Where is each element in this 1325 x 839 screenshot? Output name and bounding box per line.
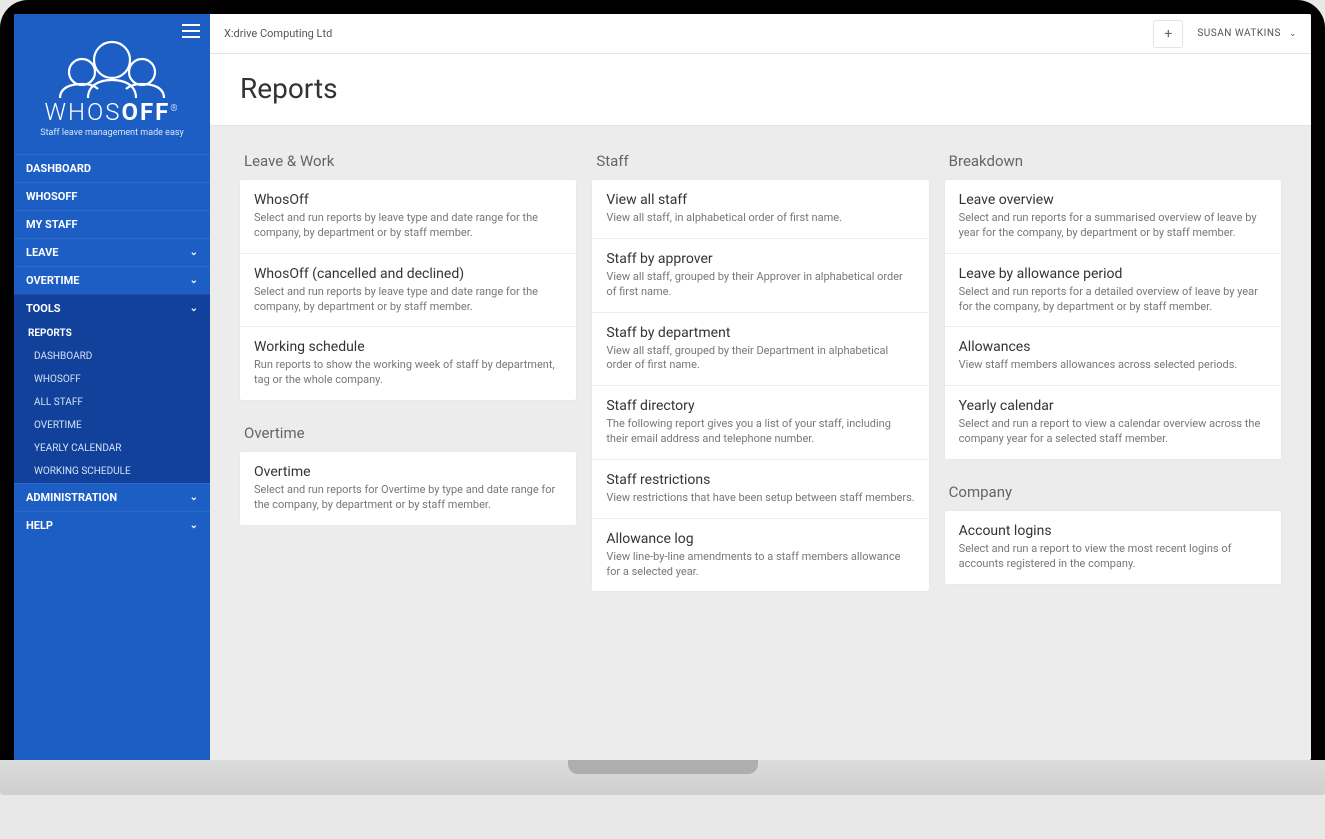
subnav-overtime[interactable]: OVERTIME [14,414,210,437]
nav-mystaff[interactable]: MY STAFF [14,210,210,238]
report-staff-by-department[interactable]: Staff by departmentView all staff, group… [592,313,928,387]
add-button[interactable]: + [1153,20,1183,48]
topbar: X:drive Computing Ltd + SUSAN WATKINS⌄ [210,14,1311,54]
app-window: WHOSOFF® Staff leave management made eas… [14,14,1311,760]
brand-tagline: Staff leave management made easy [24,128,200,138]
chevron-down-icon: ⌄ [190,303,198,314]
page-header: Reports [210,54,1311,126]
device-base [0,760,1325,795]
report-working-schedule[interactable]: Working scheduleRun reports to show the … [240,327,576,400]
subnav-dashboard[interactable]: DASHBOARD [14,345,210,368]
section-leave-work-title: Leave & Work [240,146,576,180]
subnav-working[interactable]: WORKING SCHEDULE [14,460,210,483]
subnav-whosoff[interactable]: WHOSOFF [14,368,210,391]
report-whosoff[interactable]: WhosOffSelect and run reports by leave t… [240,180,576,254]
nav-tools[interactable]: TOOLS⌄ [14,294,210,322]
people-icon [52,38,172,98]
section-overtime-title: Overtime [240,418,576,452]
section-staff-title: Staff [592,146,928,180]
column-left: Leave & Work WhosOffSelect and run repor… [240,146,576,543]
nav-overtime[interactable]: OVERTIME⌄ [14,266,210,294]
section-breakdown-title: Breakdown [945,146,1281,180]
nav-help[interactable]: HELP⌄ [14,511,210,539]
group-leave-work: WhosOffSelect and run reports by leave t… [240,180,576,400]
subnav-yearly[interactable]: YEARLY CALENDAR [14,437,210,460]
chevron-down-icon: ⌄ [1289,29,1297,39]
group-company: Account loginsSelect and run a report to… [945,511,1281,584]
page-title: Reports [240,72,1281,105]
column-middle: Staff View all staffView all staff, in a… [592,146,928,609]
main-area: X:drive Computing Ltd + SUSAN WATKINS⌄ R… [210,14,1311,760]
nav-administration[interactable]: ADMINISTRATION⌄ [14,483,210,511]
user-menu[interactable]: SUSAN WATKINS⌄ [1197,28,1297,39]
nav-tools-submenu: REPORTS DASHBOARD WHOSOFF ALL STAFF OVER… [14,322,210,483]
report-account-logins[interactable]: Account loginsSelect and run a report to… [945,511,1281,584]
group-overtime: OvertimeSelect and run reports for Overt… [240,452,576,525]
subnav-reports[interactable]: REPORTS [14,322,210,345]
subnav-allstaff[interactable]: ALL STAFF [14,391,210,414]
group-staff: View all staffView all staff, in alphabe… [592,180,928,591]
report-yearly-calendar[interactable]: Yearly calendarSelect and run a report t… [945,386,1281,459]
nav-dashboard[interactable]: DASHBOARD [14,154,210,182]
nav-leave[interactable]: LEAVE⌄ [14,238,210,266]
menu-toggle-icon[interactable] [182,24,200,38]
chevron-down-icon: ⌄ [190,275,198,286]
group-breakdown: Leave overviewSelect and run reports for… [945,180,1281,459]
report-allowances[interactable]: AllowancesView staff members allowances … [945,327,1281,386]
nav-whosoff[interactable]: WHOSOFF [14,182,210,210]
chevron-down-icon: ⌄ [190,247,198,258]
report-allowance-log[interactable]: Allowance logView line-by-line amendment… [592,519,928,592]
reports-grid: Leave & Work WhosOffSelect and run repor… [210,126,1311,629]
report-whosoff-cancelled[interactable]: WhosOff (cancelled and declined)Select a… [240,254,576,328]
main-nav: DASHBOARD WHOSOFF MY STAFF LEAVE⌄ OVERTI… [14,154,210,539]
report-staff-by-approver[interactable]: Staff by approverView all staff, grouped… [592,239,928,313]
report-overtime[interactable]: OvertimeSelect and run reports for Overt… [240,452,576,525]
report-leave-overview[interactable]: Leave overviewSelect and run reports for… [945,180,1281,254]
chevron-down-icon: ⌄ [190,520,198,531]
report-leave-by-period[interactable]: Leave by allowance periodSelect and run … [945,254,1281,328]
section-company-title: Company [945,477,1281,511]
company-name: X:drive Computing Ltd [224,27,1153,40]
sidebar: WHOSOFF® Staff leave management made eas… [14,14,210,760]
brand-text: WHOSOFF® [24,98,200,126]
plus-icon: + [1164,26,1172,42]
report-view-all-staff[interactable]: View all staffView all staff, in alphabe… [592,180,928,239]
report-staff-directory[interactable]: Staff directoryThe following report give… [592,386,928,460]
column-right: Breakdown Leave overviewSelect and run r… [945,146,1281,602]
chevron-down-icon: ⌄ [190,492,198,503]
device-screen: WHOSOFF® Staff leave management made eas… [0,0,1325,760]
logo: WHOSOFF® Staff leave management made eas… [14,38,210,154]
report-staff-restrictions[interactable]: Staff restrictionsView restrictions that… [592,460,928,519]
device-frame: WHOSOFF® Staff leave management made eas… [0,0,1325,795]
